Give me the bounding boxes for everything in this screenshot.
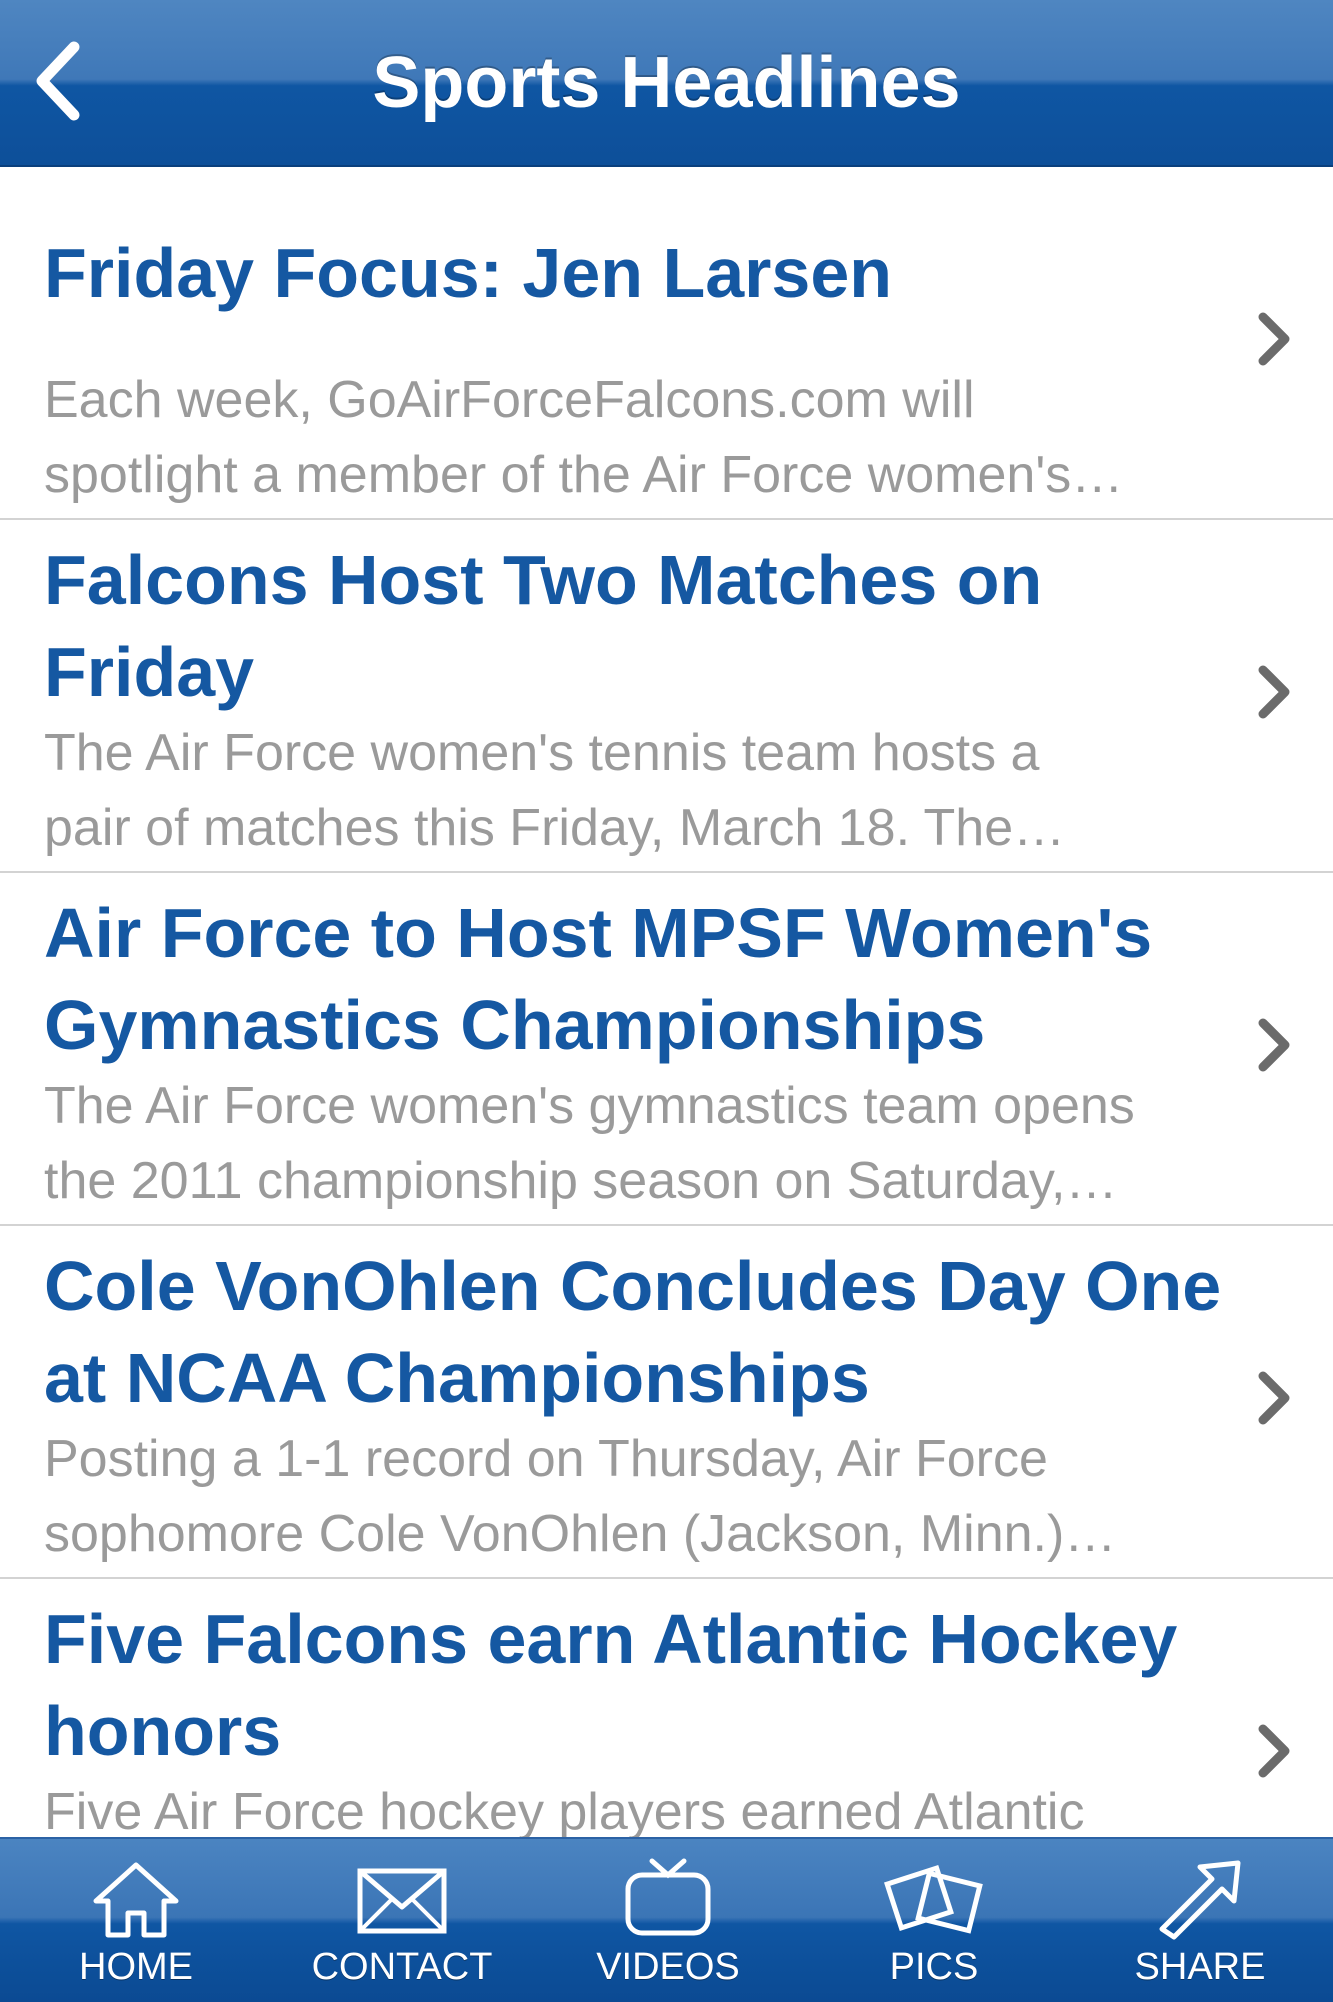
headline-title-line: Falcons Host Two Matches on	[44, 541, 1043, 619]
headline-summary: The Air Force women's gymnastics team op…	[44, 1069, 1284, 1219]
photos-icon	[884, 1864, 983, 1934]
tv-icon	[625, 1858, 711, 1936]
tab-label: CONTACT	[311, 1946, 493, 1988]
tab-pics[interactable]: PICS	[801, 1839, 1067, 2002]
envelope-icon	[357, 1868, 447, 1934]
headline-summary-line: Five Air Force hockey players earned Atl…	[44, 1783, 1085, 1837]
headline-summary: Posting a 1-1 record on Thursday, Air Fo…	[44, 1422, 1284, 1572]
headline-summary: The Air Force women's tennis team hosts …	[44, 716, 1284, 866]
headline-title: Cole VonOhlen Concludes Day One at NCAA …	[44, 1240, 1284, 1424]
chevron-right-icon	[1258, 1724, 1290, 1778]
headline-title: Air Force to Host MPSF Women's Gymnastic…	[44, 887, 1284, 1071]
home-icon	[93, 1862, 179, 1938]
headline-title-line: at NCAA Championships	[44, 1339, 870, 1417]
headline-summary: Five Air Force hockey players earned Atl…	[44, 1775, 1284, 1837]
tab-bar: HOME CONTACT VIDEOS PICS SHARE	[0, 1837, 1333, 2002]
headline-title: Falcons Host Two Matches on Friday	[44, 534, 1284, 718]
chevron-right-icon	[1258, 1018, 1290, 1072]
headline-title-line: honors	[44, 1692, 282, 1770]
chevron-right-icon	[1258, 312, 1290, 366]
tab-label: SHARE	[1134, 1946, 1266, 1988]
tab-videos[interactable]: VIDEOS	[535, 1839, 801, 2002]
headline-title-line: Friday	[44, 633, 255, 711]
tab-home[interactable]: HOME	[3, 1839, 269, 2002]
headline-row[interactable]: Falcons Host Two Matches on Friday The A…	[0, 520, 1333, 873]
headline-summary-line: the 2011 championship season on Saturday…	[44, 1152, 1118, 1210]
headline-summary-line: sophomore Cole VonOhlen (Jackson, Minn.)…	[44, 1505, 1117, 1563]
headline-summary-line: pair of matches this Friday, March 18. T…	[44, 799, 1066, 857]
headline-title-line: Five Falcons earn Atlantic Hockey	[44, 1600, 1178, 1678]
tab-label: PICS	[889, 1946, 979, 1988]
headline-summary-line: Each week, GoAirForceFalcons.com will	[44, 371, 975, 429]
tab-label: VIDEOS	[596, 1946, 740, 1988]
tab-share[interactable]: SHARE	[1067, 1839, 1333, 2002]
chevron-right-icon	[1258, 1371, 1290, 1425]
headline-title: Five Falcons earn Atlantic Hockey honors	[44, 1593, 1284, 1777]
tab-contact[interactable]: CONTACT	[269, 1839, 535, 2002]
headline-summary-line: The Air Force women's tennis team hosts …	[44, 724, 1040, 782]
headline-row[interactable]: Five Falcons earn Atlantic Hockey honors…	[0, 1579, 1333, 1837]
headline-summary-line: The Air Force women's gymnastics team op…	[44, 1077, 1135, 1135]
headline-title-line: Gymnastics Championships	[44, 986, 986, 1064]
headline-row[interactable]: Cole VonOhlen Concludes Day One at NCAA …	[0, 1226, 1333, 1579]
headline-summary-line: spotlight a member of the Air Force wome…	[44, 446, 1124, 504]
headline-title-line: Air Force to Host MPSF Women's	[44, 894, 1153, 972]
headline-title: Friday Focus: Jen Larsen	[44, 227, 1284, 319]
navigation-bar: Sports Headlines	[0, 0, 1333, 167]
tab-label: HOME	[79, 1946, 193, 1988]
page-title: Sports Headlines	[372, 43, 961, 123]
headline-summary-line: Posting a 1-1 record on Thursday, Air Fo…	[44, 1430, 1048, 1488]
share-arrow-icon	[1159, 1860, 1241, 1940]
headline-title-line: Cole VonOhlen Concludes Day One	[44, 1247, 1222, 1325]
chevron-right-icon	[1258, 665, 1290, 719]
headline-row[interactable]: Friday Focus: Jen Larsen Each week, GoAi…	[0, 167, 1333, 520]
headline-list: Friday Focus: Jen Larsen Each week, GoAi…	[0, 167, 1333, 1837]
headline-summary: Each week, GoAirForceFalcons.com will sp…	[44, 363, 1284, 513]
headline-title-line: Friday Focus: Jen Larsen	[44, 234, 893, 312]
headline-row[interactable]: Air Force to Host MPSF Women's Gymnastic…	[0, 873, 1333, 1226]
